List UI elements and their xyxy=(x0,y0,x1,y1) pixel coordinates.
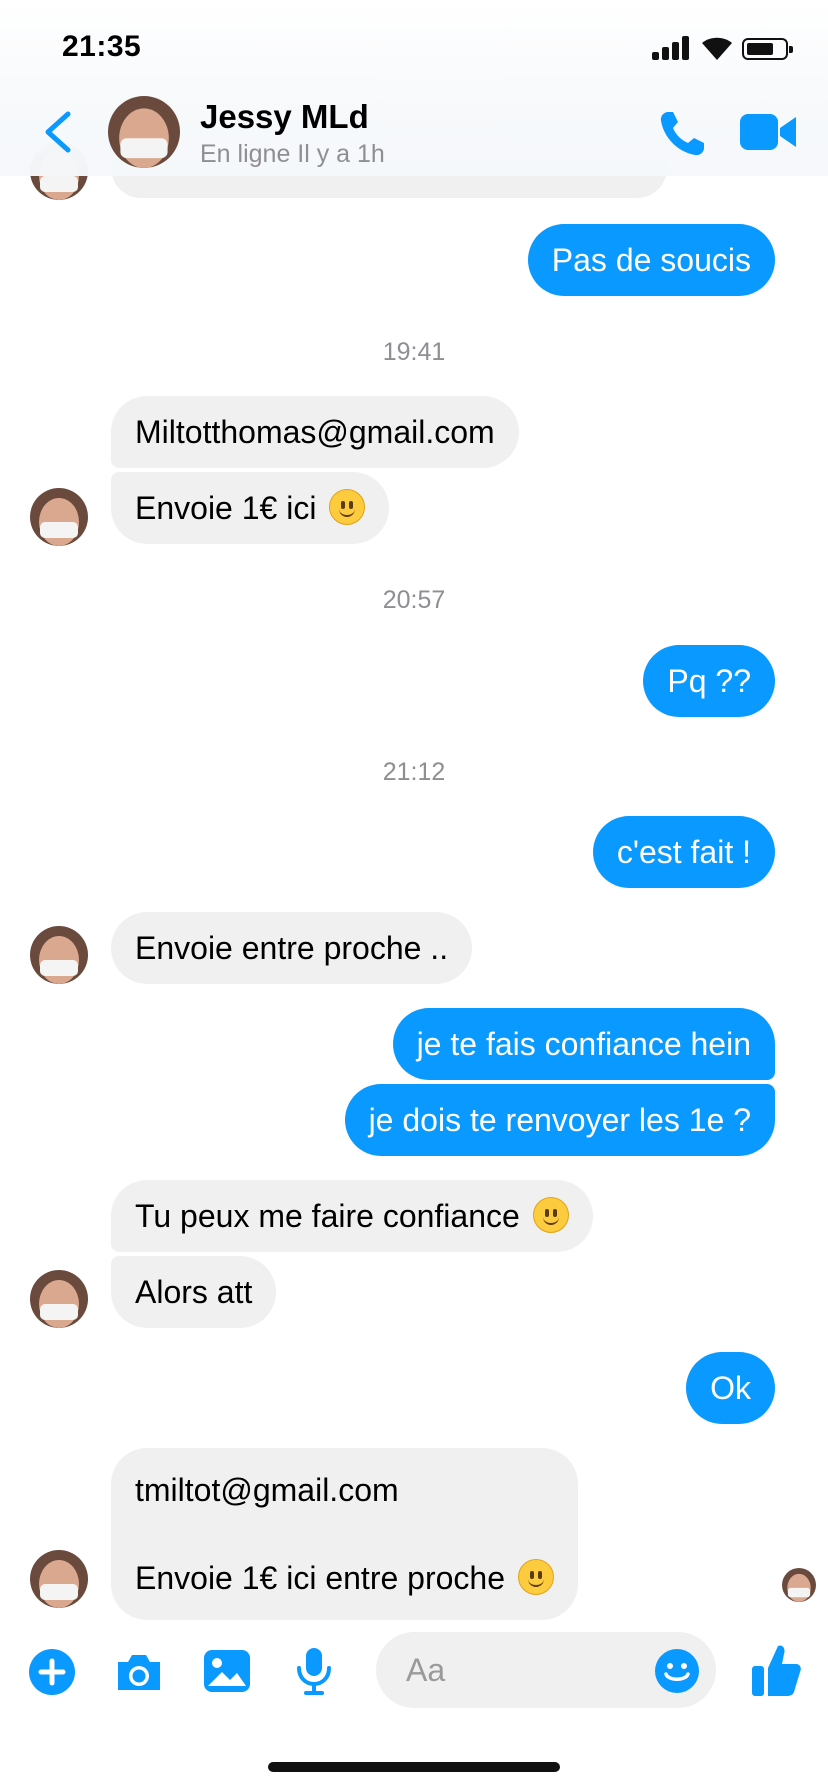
message-text: Tu peux me faire confiance xyxy=(135,1198,520,1234)
contact-avatar[interactable] xyxy=(30,1550,88,1608)
phone-icon xyxy=(660,112,704,156)
contact-name[interactable]: Jessy MLd xyxy=(200,98,369,136)
emoji-icon[interactable] xyxy=(654,1648,700,1694)
message-bubble-outgoing[interactable]: c'est fait ! xyxy=(592,816,775,888)
microphone-icon[interactable] xyxy=(294,1646,334,1701)
status-time: 21:35 xyxy=(62,30,142,63)
audio-call-button[interactable] xyxy=(656,108,708,160)
contact-avatar[interactable] xyxy=(30,488,88,546)
contact-status: En ligne Il y a 1h xyxy=(200,140,385,168)
message-bubble-incoming[interactable]: Tu peux me faire confiance xyxy=(111,1180,593,1252)
slightly-smiling-face-icon xyxy=(532,1197,569,1233)
message-text-line: tmiltot@gmail.com xyxy=(135,1472,399,1508)
plus-icon[interactable] xyxy=(28,1648,76,1701)
message-bubble-incoming[interactable]: Envoie entre proche .. xyxy=(111,912,473,984)
message-composer xyxy=(0,1620,828,1720)
message-text: Envoie 1€ ici xyxy=(135,490,317,526)
message-bubble-outgoing[interactable]: je dois te renvoyer les 1e ? xyxy=(344,1084,775,1156)
slightly-smiling-face-icon xyxy=(517,1559,554,1595)
timestamp: 20:57 xyxy=(382,586,446,614)
video-call-button[interactable] xyxy=(740,112,798,152)
seen-indicator-avatar xyxy=(782,1568,816,1602)
image-icon[interactable] xyxy=(202,1648,252,1699)
video-camera-icon xyxy=(740,114,796,150)
message-text: Envoie 1€ ici entre proche xyxy=(135,1560,505,1596)
message-bubble-incoming[interactable]: Envoie 1€ ici xyxy=(111,472,390,544)
message-bubble-incoming[interactable]: Alors att xyxy=(111,1256,277,1328)
timestamp: 19:41 xyxy=(382,338,446,366)
message-text-line xyxy=(135,1512,554,1556)
timestamp: 21:12 xyxy=(382,758,446,786)
home-indicator xyxy=(268,1762,560,1772)
message-bubble-incoming[interactable]: tmiltot@gmail.com Envoie 1€ ici entre pr… xyxy=(111,1448,578,1620)
message-bubble-outgoing[interactable]: je te fais confiance hein xyxy=(392,1008,775,1080)
message-bubble-incoming[interactable]: Miltotthomas@gmail.com xyxy=(111,396,519,468)
wifi-icon xyxy=(700,34,734,62)
message-bubble-outgoing[interactable]: Pas de soucis xyxy=(527,224,775,296)
message-text-line: Envoie 1€ ici entre proche xyxy=(135,1556,554,1600)
status-bar: 21:35 xyxy=(0,0,828,100)
back-button[interactable] xyxy=(40,108,76,156)
thumbs-up-icon[interactable] xyxy=(750,1642,802,1703)
cellular-signal-icon xyxy=(652,36,690,60)
slightly-smiling-face-icon xyxy=(329,489,366,525)
chevron-left-icon xyxy=(45,111,71,153)
message-bubble-outgoing[interactable]: Pq ?? xyxy=(643,645,775,717)
contact-avatar[interactable] xyxy=(30,926,88,984)
contact-avatar[interactable] xyxy=(108,96,180,168)
battery-icon xyxy=(742,38,793,60)
message-bubble-outgoing[interactable]: Ok xyxy=(686,1352,775,1424)
message-thread[interactable]: Pas de soucis 19:41 Miltotthomas@gmail.c… xyxy=(0,0,828,1620)
camera-icon[interactable] xyxy=(114,1650,164,1699)
contact-avatar[interactable] xyxy=(30,1270,88,1328)
